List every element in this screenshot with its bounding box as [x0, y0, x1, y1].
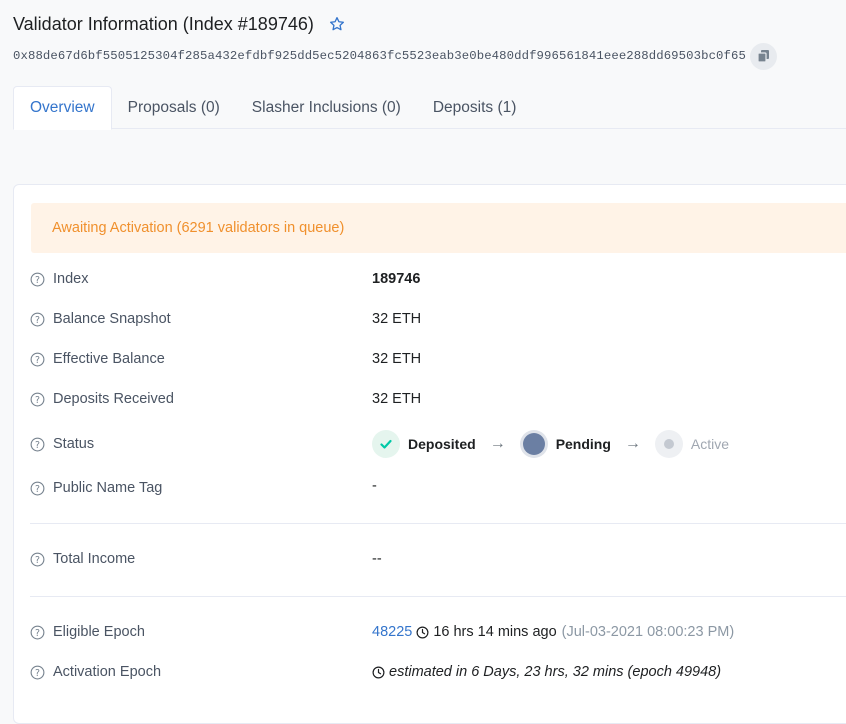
star-icon[interactable] — [329, 16, 345, 32]
clock-icon — [416, 626, 429, 639]
eligible-epoch-label: Eligible Epoch — [53, 624, 145, 640]
eligible-epoch-value: 48225 16 hrs 14 mins ago (Jul-03-2021 08… — [372, 624, 734, 640]
deposits-received-label: Deposits Received — [53, 391, 174, 407]
status-label: Status — [53, 436, 95, 452]
svg-text:?: ? — [35, 354, 40, 365]
activation-epoch-label: Activation Epoch — [53, 664, 162, 680]
copy-button[interactable] — [749, 42, 777, 70]
pending-dot-icon — [519, 430, 548, 458]
activation-alert: Awaiting Activation (6291 validators in … — [31, 203, 846, 253]
check-icon — [372, 430, 400, 458]
status-step-pending: Pending — [519, 430, 611, 458]
public-name-tag-row: ? Public Name Tag — [30, 478, 162, 498]
activation-epoch-row: ? Activation Epoch — [30, 662, 161, 682]
status-step-label: Deposited — [408, 436, 476, 452]
tab-slasher-inclusions[interactable]: Slasher Inclusions (0) — [236, 86, 417, 129]
svg-text:?: ? — [35, 274, 40, 285]
deposits-received-value: 32 ETH — [372, 391, 422, 407]
svg-text:?: ? — [35, 667, 40, 678]
eligible-epoch-link[interactable]: 48225 — [372, 624, 412, 640]
arrow-right-icon: → — [489, 435, 506, 452]
total-income-value: -- — [372, 551, 382, 567]
status-stepper: Deposited → Pending → Active — [372, 430, 729, 458]
public-name-tag-label: Public Name Tag — [53, 480, 163, 496]
tab-deposits[interactable]: Deposits (1) — [417, 86, 533, 129]
tab-bar: Overview Proposals (0) Slasher Inclusion… — [13, 86, 846, 130]
eligible-epoch-row: ? Eligible Epoch — [30, 622, 145, 642]
status-step-deposited: Deposited — [372, 430, 476, 458]
svg-text:?: ? — [35, 394, 40, 405]
arrow-right-icon: → — [624, 435, 641, 452]
eligible-epoch-timestamp: (Jul-03-2021 08:00:23 PM) — [561, 624, 735, 640]
effective-balance-label: Effective Balance — [53, 351, 165, 367]
help-icon[interactable]: ? — [30, 352, 45, 367]
total-income-row: ? Total Income — [30, 549, 135, 569]
index-value: 189746 — [372, 271, 421, 287]
svg-text:?: ? — [35, 314, 40, 325]
help-icon[interactable]: ? — [30, 481, 45, 496]
total-income-label: Total Income — [53, 551, 136, 567]
svg-text:?: ? — [35, 439, 40, 450]
public-name-tag-value: - — [372, 478, 377, 494]
tab-overview[interactable]: Overview — [13, 86, 112, 130]
status-row: ? Status — [30, 434, 94, 454]
pubkey-row: 0x88de67d6bf5505125304f285a432efdbf925dd… — [13, 42, 777, 70]
help-icon[interactable]: ? — [30, 392, 45, 407]
inactive-dot-icon — [654, 430, 683, 458]
svg-text:?: ? — [35, 554, 40, 565]
help-icon[interactable]: ? — [30, 312, 45, 327]
help-icon[interactable]: ? — [30, 625, 45, 640]
page-title: Validator Information (Index #189746) — [13, 13, 314, 34]
activation-epoch-value: estimated in 6 Days, 23 hrs, 32 mins (ep… — [372, 664, 721, 680]
divider — [30, 596, 846, 597]
validator-pubkey: 0x88de67d6bf5505125304f285a432efdbf925dd… — [13, 49, 746, 63]
help-icon[interactable]: ? — [30, 552, 45, 567]
status-step-label: Active — [690, 436, 730, 452]
page-header: Validator Information (Index #189746) 0x… — [0, 0, 846, 150]
svg-text:?: ? — [35, 627, 40, 638]
copy-icon — [757, 50, 769, 62]
effective-balance-row: ? Effective Balance — [30, 349, 165, 369]
divider — [30, 523, 846, 524]
help-icon[interactable]: ? — [30, 272, 45, 287]
help-icon[interactable]: ? — [30, 665, 45, 680]
title-row: Validator Information (Index #189746) — [13, 12, 345, 36]
eligible-epoch-age: 16 hrs 14 mins ago — [433, 624, 557, 640]
overview-card: Awaiting Activation (6291 validators in … — [13, 184, 846, 724]
svg-text:?: ? — [35, 483, 40, 494]
deposits-received-row: ? Deposits Received — [30, 389, 174, 409]
balance-snapshot-label: Balance Snapshot — [53, 311, 171, 327]
balance-snapshot-value: 32 ETH — [372, 311, 422, 327]
index-label: Index — [53, 271, 89, 287]
status-step-label: Pending — [555, 436, 611, 452]
clock-icon — [372, 666, 385, 679]
index-row: ? Index — [30, 269, 88, 289]
help-icon[interactable]: ? — [30, 437, 45, 452]
activation-epoch-estimate: estimated in 6 Days, 23 hrs, 32 mins (ep… — [389, 664, 722, 680]
status-step-active: Active — [654, 430, 730, 458]
tab-proposals[interactable]: Proposals (0) — [112, 86, 236, 129]
balance-snapshot-row: ? Balance Snapshot — [30, 309, 171, 329]
effective-balance-value: 32 ETH — [372, 351, 422, 367]
